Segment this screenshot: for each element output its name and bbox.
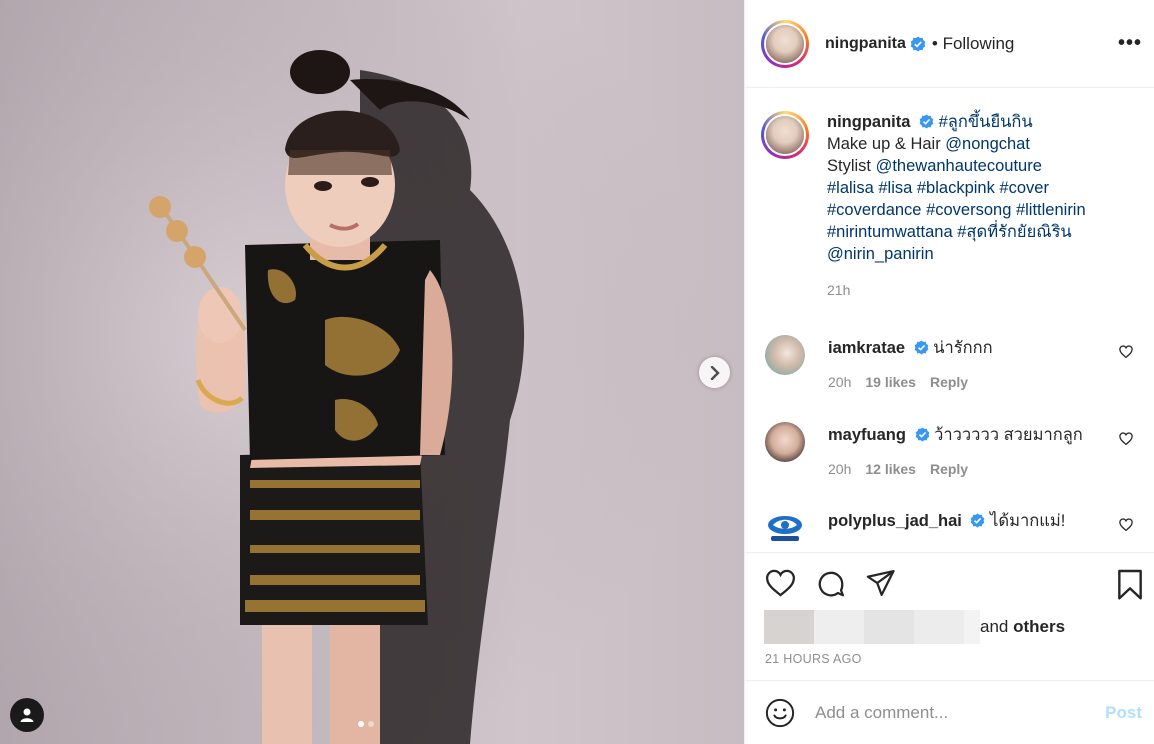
post-actions: and others 21 HOURS AGO — [745, 552, 1154, 680]
comments-list[interactable]: ningpanita #ลูกขึ้นยืนกิน Make up & Hair… — [745, 89, 1154, 551]
verified-badge-icon — [971, 513, 985, 528]
comment-likes[interactable]: 19 likes — [865, 374, 916, 390]
more-options-icon[interactable]: ••• — [1118, 32, 1142, 55]
likes-text: and — [980, 617, 1014, 636]
carousel-dot-active — [358, 721, 364, 727]
likes-summary[interactable]: and others — [764, 610, 1065, 644]
reply-button[interactable]: Reply — [930, 374, 968, 390]
caption-text: Make up & Hair — [827, 135, 946, 153]
like-heart-icon[interactable] — [765, 569, 796, 597]
reply-button[interactable]: Reply — [930, 461, 968, 477]
commenter-avatar[interactable] — [765, 335, 805, 375]
liker-avatars-blurred — [764, 610, 980, 644]
verified-badge-icon — [919, 114, 934, 129]
caption-hashtags[interactable]: #nirintumwattana #สุดที่รักยัยณิริน — [827, 221, 1127, 243]
heart-icon[interactable] — [1119, 345, 1133, 358]
caption: ningpanita #ลูกขึ้นยืนกิน Make up & Hair… — [745, 89, 1154, 301]
comment-time[interactable]: 20h — [828, 374, 851, 390]
post-photo — [0, 0, 744, 744]
carousel-dot — [368, 721, 374, 727]
comment-text: ได้มากแม่! — [990, 512, 1066, 530]
post-comment-button[interactable]: Post — [1105, 703, 1142, 723]
caption-mention[interactable]: @nongchat — [945, 135, 1030, 153]
caption-author-avatar[interactable] — [761, 111, 809, 159]
caption-text: Stylist — [827, 157, 876, 175]
tagged-users-button[interactable] — [10, 698, 44, 732]
post-media[interactable] — [0, 0, 744, 744]
carousel-dots — [358, 721, 374, 727]
comment-item: polyplus_jad_hai ได้มากแม่! — [765, 508, 1145, 548]
author-username[interactable]: ningpanita — [825, 35, 906, 53]
emoji-smiley-icon[interactable] — [765, 698, 795, 728]
next-slide-button[interactable] — [699, 357, 730, 388]
caption-hashtags[interactable]: #coverdance #coversong #littlenirin — [827, 199, 1127, 221]
caption-time[interactable]: 21h — [827, 279, 1127, 301]
comment-time[interactable]: 20h — [828, 461, 851, 477]
chevron-right-icon — [710, 365, 720, 380]
comment-likes[interactable]: 12 likes — [865, 461, 916, 477]
author-avatar[interactable] — [761, 19, 809, 68]
heart-icon[interactable] — [1119, 432, 1133, 445]
caption-hashtag[interactable]: #ลูกขึ้นยืนกิน — [939, 113, 1033, 131]
likes-others-link[interactable]: others — [1013, 617, 1065, 636]
commenter-avatar[interactable] — [765, 508, 805, 548]
comment-bubble-icon[interactable] — [816, 569, 846, 599]
verified-badge-icon — [915, 427, 929, 442]
comment-item: mayfuang ว้าววววว สวยมากลูก 20h 12 likes… — [765, 422, 1145, 477]
commenter-username[interactable]: polyplus_jad_hai — [828, 512, 962, 530]
comment-item: iamkratae น่ารักกก 20h 19 likes Reply — [765, 335, 1145, 390]
comment-text: น่ารักกก — [933, 339, 993, 357]
verified-badge-icon — [914, 340, 928, 355]
polyplus-logo-icon — [768, 516, 802, 541]
post-header: ningpanita • Following ••• — [745, 0, 1154, 88]
caption-mention[interactable]: @nirin_panirin — [827, 243, 1127, 265]
commenter-username[interactable]: iamkratae — [828, 339, 905, 357]
post-timestamp[interactable]: 21 HOURS AGO — [765, 652, 862, 666]
post-side-panel: ningpanita • Following ••• ningpanita #ล… — [744, 0, 1154, 744]
save-bookmark-icon[interactable] — [1116, 569, 1144, 601]
verified-badge-icon — [910, 36, 926, 51]
heart-icon[interactable] — [1119, 518, 1133, 531]
user-icon — [20, 708, 34, 722]
share-paper-plane-icon[interactable] — [866, 569, 896, 597]
caption-mention[interactable]: @thewanhautecouture — [876, 157, 1042, 175]
following-button[interactable]: • Following — [932, 34, 1015, 54]
commenter-username[interactable]: mayfuang — [828, 426, 906, 444]
comment-text: ว้าววววว สวยมากลูก — [934, 426, 1083, 444]
comment-input[interactable] — [815, 702, 1075, 723]
caption-username[interactable]: ningpanita — [827, 113, 910, 131]
commenter-avatar[interactable] — [765, 422, 805, 462]
caption-hashtags[interactable]: #lalisa #lisa #blackpink #cover — [827, 177, 1127, 199]
add-comment-bar: Post — [745, 680, 1154, 744]
